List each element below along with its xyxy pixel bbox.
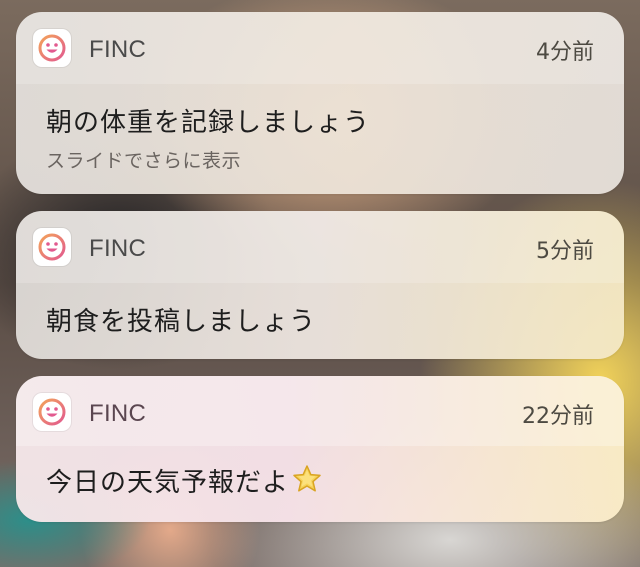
notification-card[interactable]: FINC 5分前 朝食を投稿しましょう bbox=[16, 211, 624, 359]
notification-header: FINC 22分前 bbox=[16, 376, 624, 446]
notification-header: FINC 4分前 bbox=[16, 12, 624, 84]
notification-card[interactable]: FINC 22分前 今日の天気予報だよ bbox=[16, 376, 624, 522]
app-name: FINC bbox=[89, 400, 147, 427]
app-name: FINC bbox=[89, 235, 147, 262]
notification-message: 朝食を投稿しましょう bbox=[46, 307, 317, 337]
notification-time: 4分前 bbox=[536, 40, 594, 65]
finc-app-icon bbox=[33, 29, 71, 67]
finc-app-icon bbox=[33, 228, 71, 266]
notification-time: 22分前 bbox=[522, 404, 594, 429]
app-name: FINC bbox=[89, 36, 147, 63]
notification-header: FINC 5分前 bbox=[16, 211, 624, 283]
notification-message: 今日の天気予報だよ bbox=[46, 462, 323, 502]
notification-message: 朝の体重を記録しましょう bbox=[46, 108, 371, 138]
finc-app-icon bbox=[33, 393, 71, 431]
notification-card[interactable]: FINC 4分前 朝の体重を記録しましょう スライドでさらに表示 bbox=[16, 12, 624, 194]
notification-time: 5分前 bbox=[536, 239, 594, 264]
star-icon bbox=[291, 463, 323, 502]
notification-message-text: 今日の天気予報だよ bbox=[46, 468, 290, 498]
expand-hint: スライドでさらに表示 bbox=[46, 150, 242, 172]
